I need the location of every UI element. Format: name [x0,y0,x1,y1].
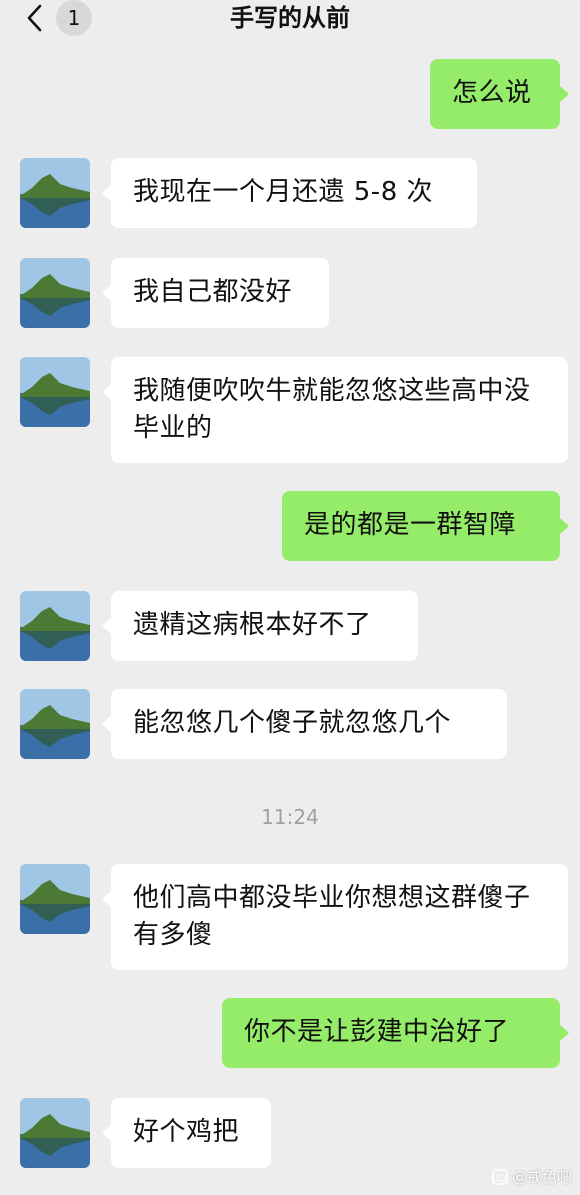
chat-header: 1 手写的从前 [0,0,580,38]
landscape-avatar [20,158,90,228]
contact-avatar[interactable] [20,258,90,328]
contact-avatar[interactable] [20,591,90,661]
message-text: 是的都是一群智障 [304,510,517,540]
message-text: 遗精这病根本好不了 [133,610,372,640]
watermark-text: @戒色吧 [511,1168,572,1186]
incoming-message-bubble[interactable]: 他们高中都没毕业你想想这群傻子有多傻 [102,864,568,970]
contact-avatar[interactable] [20,158,90,228]
contact-avatar[interactable] [20,864,90,934]
incoming-message-bubble[interactable]: 我自己都没好 [102,258,329,328]
camera-icon [491,1168,508,1185]
message-text: 他们高中都没毕业你想想这群傻子有多傻 [133,883,531,950]
outgoing-message-bubble[interactable]: 你不是让彭建中治好了 [222,998,569,1068]
landscape-avatar [20,689,90,759]
incoming-message-bubble[interactable]: 我现在一个月还遗 5-8 次 [102,158,477,228]
message-text: 我现在一个月还遗 5-8 次 [133,177,433,207]
message-text: 好个鸡把 [133,1117,240,1147]
landscape-avatar [20,1098,90,1168]
contact-avatar[interactable] [20,1098,90,1168]
incoming-message-bubble[interactable]: 能忽悠几个傻子就忽悠几个 [102,689,507,759]
incoming-message-bubble[interactable]: 好个鸡把 [102,1098,271,1168]
message-text: 我自己都没好 [133,277,293,307]
message-text: 你不是让彭建中治好了 [244,1017,510,1047]
incoming-message-bubble[interactable]: 遗精这病根本好不了 [102,591,418,661]
landscape-avatar [20,591,90,661]
incoming-message-bubble[interactable]: 我随便吹吹牛就能忽悠这些高中没毕业的 [102,357,568,463]
chat-title: 手写的从前 [230,4,350,32]
message-timestamp: 11:24 [261,805,319,829]
watermark: @戒色吧 [491,1166,572,1187]
message-text: 怎么说 [452,78,532,108]
outgoing-message-bubble[interactable]: 怎么说 [430,59,569,129]
contact-avatar[interactable] [20,689,90,759]
landscape-avatar [20,864,90,934]
message-text: 能忽悠几个傻子就忽悠几个 [133,708,452,738]
landscape-avatar [20,357,90,427]
message-text: 我随便吹吹牛就能忽悠这些高中没毕业的 [133,376,531,443]
outgoing-message-bubble[interactable]: 是的都是一群智障 [282,491,569,561]
landscape-avatar [20,258,90,328]
contact-avatar[interactable] [20,357,90,427]
